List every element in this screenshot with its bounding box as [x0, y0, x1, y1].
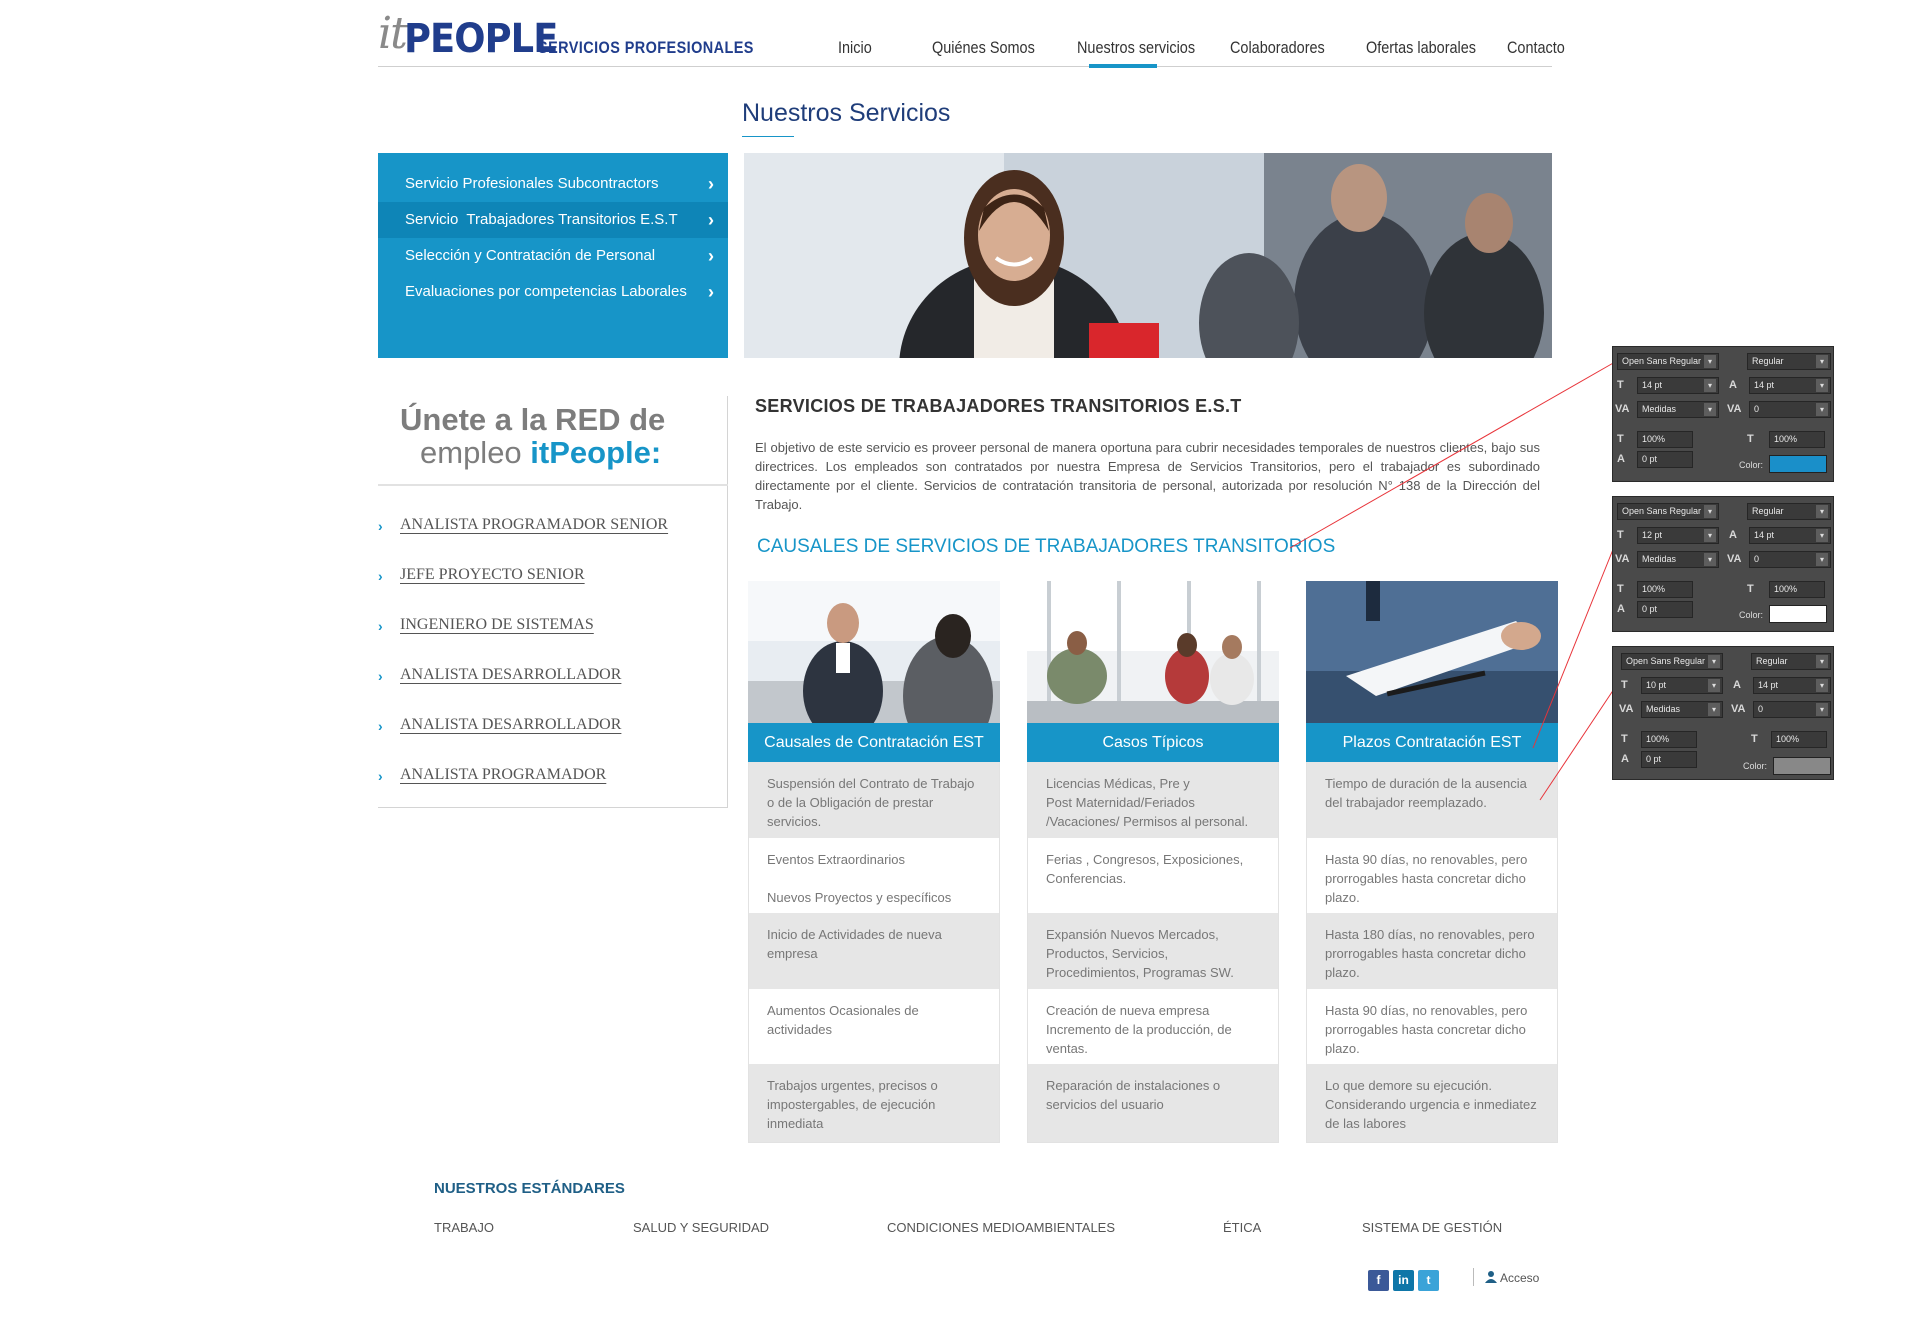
- baseline-shift-icon: A: [1617, 453, 1625, 465]
- baseline-shift-field[interactable]: 0 pt: [1641, 751, 1697, 768]
- font-family-select[interactable]: Open Sans Regular ▾: [1617, 353, 1719, 370]
- horizontal-scale-icon: T: [1751, 733, 1758, 745]
- color-swatch[interactable]: [1773, 757, 1831, 775]
- font-family-select[interactable]: Open Sans Regular ▾: [1621, 653, 1723, 670]
- font-size-icon: T: [1617, 379, 1624, 391]
- font-family-select[interactable]: Open Sans Regular ▾: [1617, 503, 1719, 520]
- baseline-shift-field[interactable]: 0 pt: [1637, 451, 1693, 468]
- horizontal-scale-icon: T: [1747, 583, 1754, 595]
- chevron-down-icon: ▾: [1704, 505, 1716, 518]
- chevron-down-icon: ▾: [1708, 679, 1720, 692]
- type-settings-panel: Open Sans Regular ▾ Regular ▾ T 14 pt ▾ A 1…: [1612, 346, 1834, 482]
- chevron-down-icon: ▾: [1816, 703, 1828, 716]
- font-size-icon: T: [1621, 679, 1628, 691]
- baseline-shift-icon: A: [1621, 753, 1629, 765]
- color-label: Color:: [1743, 761, 1768, 771]
- leading-field[interactable]: 14 pt ▾: [1749, 527, 1831, 544]
- color-swatch[interactable]: [1769, 455, 1827, 473]
- kerning-icon: VA: [1615, 403, 1630, 415]
- tracking-icon: VA: [1727, 553, 1742, 565]
- baseline-shift-field[interactable]: 0 pt: [1637, 601, 1693, 618]
- color-label: Color:: [1739, 460, 1764, 470]
- chevron-down-icon: ▾: [1816, 505, 1828, 518]
- kerning-icon: VA: [1615, 553, 1630, 565]
- horizontal-scale-field[interactable]: 100%: [1769, 431, 1825, 448]
- font-style-select[interactable]: Regular ▾: [1747, 503, 1831, 520]
- tracking-field[interactable]: 0 ▾: [1749, 401, 1831, 418]
- leading-icon: A: [1733, 679, 1741, 691]
- type-settings-panel: Open Sans Regular ▾ Regular ▾ T 12 pt ▾ A 1…: [1612, 496, 1834, 632]
- horizontal-scale-field[interactable]: 100%: [1771, 731, 1827, 748]
- chevron-down-icon: ▾: [1704, 403, 1716, 416]
- font-size-icon: T: [1617, 529, 1624, 541]
- kerning-field[interactable]: Medidas ▾: [1637, 551, 1719, 568]
- chevron-down-icon: ▾: [1704, 379, 1716, 392]
- chevron-down-icon: ▾: [1816, 655, 1828, 668]
- kerning-field[interactable]: Medidas ▾: [1637, 401, 1719, 418]
- vertical-scale-field[interactable]: 100%: [1637, 581, 1693, 598]
- kerning-field[interactable]: Medidas ▾: [1641, 701, 1723, 718]
- chevron-down-icon: ▾: [1704, 355, 1716, 368]
- tracking-icon: VA: [1727, 403, 1742, 415]
- chevron-down-icon: ▾: [1816, 355, 1828, 368]
- chevron-down-icon: ▾: [1704, 529, 1716, 542]
- chevron-down-icon: ▾: [1816, 403, 1828, 416]
- tracking-field[interactable]: 0 ▾: [1749, 551, 1831, 568]
- chevron-down-icon: ▾: [1816, 553, 1828, 566]
- vertical-scale-icon: T: [1617, 433, 1624, 445]
- font-size-field[interactable]: 12 pt ▾: [1637, 527, 1719, 544]
- font-size-field[interactable]: 14 pt ▾: [1637, 377, 1719, 394]
- annotation-line-causales: [1289, 361, 1616, 549]
- leading-field[interactable]: 14 pt ▾: [1753, 677, 1831, 694]
- leading-field[interactable]: 14 pt ▾: [1749, 377, 1831, 394]
- font-size-field[interactable]: 10 pt ▾: [1641, 677, 1723, 694]
- vertical-scale-icon: T: [1617, 583, 1624, 595]
- font-style-select[interactable]: Regular ▾: [1751, 653, 1831, 670]
- baseline-shift-icon: A: [1617, 603, 1625, 615]
- font-style-select[interactable]: Regular ▾: [1747, 353, 1831, 370]
- horizontal-scale-icon: T: [1747, 433, 1754, 445]
- color-swatch[interactable]: [1769, 605, 1827, 623]
- color-label: Color:: [1739, 610, 1764, 620]
- chevron-down-icon: ▾: [1816, 379, 1828, 392]
- vertical-scale-field[interactable]: 100%: [1637, 431, 1693, 448]
- chevron-down-icon: ▾: [1704, 553, 1716, 566]
- annotation-line-card-title: [1532, 546, 1615, 749]
- tracking-icon: VA: [1731, 703, 1746, 715]
- chevron-down-icon: ▾: [1816, 679, 1828, 692]
- tracking-field[interactable]: 0 ▾: [1753, 701, 1831, 718]
- chevron-down-icon: ▾: [1816, 529, 1828, 542]
- annotation-line-card-row: [1539, 679, 1621, 801]
- vertical-scale-icon: T: [1621, 733, 1628, 745]
- kerning-icon: VA: [1619, 703, 1634, 715]
- type-settings-panel: Open Sans Regular ▾ Regular ▾ T 10 pt ▾ A 1…: [1612, 646, 1834, 780]
- chevron-down-icon: ▾: [1708, 655, 1720, 668]
- horizontal-scale-field[interactable]: 100%: [1769, 581, 1825, 598]
- vertical-scale-field[interactable]: 100%: [1641, 731, 1697, 748]
- leading-icon: A: [1729, 529, 1737, 541]
- chevron-down-icon: ▾: [1708, 703, 1720, 716]
- leading-icon: A: [1729, 379, 1737, 391]
